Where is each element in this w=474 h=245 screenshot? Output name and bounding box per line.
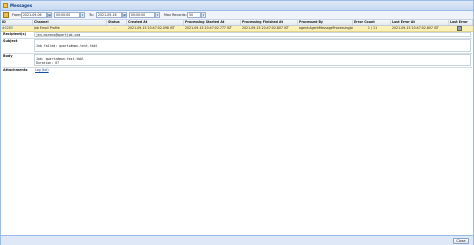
chevron-down-icon[interactable]: ▾ [201, 12, 206, 18]
column-processing-finished-at[interactable]: Processing Finished At [241, 20, 298, 25]
subject-value: Job failed: quartz#mon-test.tbbl [34, 39, 471, 52]
subject-label: Subject [3, 39, 18, 43]
attachments-value: Log (txt) [34, 68, 471, 72]
from-date-field[interactable]: 2021-09-06 [21, 12, 47, 18]
row-id[interactable]: #0283 [1, 26, 33, 32]
column-status[interactable]: Status [107, 20, 127, 25]
messages-window: Messages From: 2021-09-06 ▦ 00:00:00 ▾ T… [0, 0, 474, 245]
row-status: ... [113, 25, 117, 30]
to-date-field[interactable]: 2021-09-16 [96, 12, 122, 18]
trash-icon[interactable] [457, 26, 462, 31]
row-last-error-at: 2021-09-15 20:47:02.807 IST [392, 25, 439, 30]
calendar-icon[interactable]: ▦ [122, 12, 127, 18]
attachment-link[interactable]: Log (txt) [35, 68, 49, 72]
max-records-field[interactable]: 50 [187, 12, 201, 18]
close-button[interactable]: Close [453, 237, 469, 244]
row-error-count: 1 / 11 [367, 25, 378, 30]
subject-text: Job failed: quartz#mon-test.tbbl [36, 44, 98, 48]
row-finished-at: 2021-09-15 20:47:02.807 IST [242, 25, 289, 30]
body-line-2: Duration: 6? [36, 61, 60, 65]
chevron-down-icon[interactable]: ▾ [155, 12, 160, 18]
column-last-error[interactable]: Last Error [449, 20, 473, 25]
folder-icon[interactable] [3, 12, 9, 18]
column-channel[interactable]: Channel [33, 20, 107, 25]
to-time-field[interactable]: 00:00:00 [129, 12, 155, 18]
row-channel: Job Email Profile [34, 25, 60, 30]
window-titlebar: Messages [1, 1, 473, 11]
from-time-field[interactable]: 00:00:00 [54, 12, 80, 18]
recipients-value: jen.moreno@bpartjob.com [34, 32, 471, 37]
column-processing-started-at[interactable]: Processing Started At [184, 20, 241, 25]
window-title: Messages [10, 3, 33, 8]
body-label: Body [3, 54, 13, 58]
filter-toolbar: From: 2021-09-06 ▦ 00:00:00 ▾ To: 2021-0… [1, 11, 473, 20]
calendar-icon[interactable]: ▦ [47, 12, 52, 18]
column-created-at[interactable]: Created At [127, 20, 184, 25]
messages-icon [3, 3, 8, 8]
max-records-label: Max Records: [164, 12, 187, 17]
column-id[interactable]: ID [1, 20, 33, 25]
chevron-down-icon[interactable]: ▾ [80, 12, 85, 18]
recipients-label: Recipient(s) [3, 32, 27, 36]
window-footer: Close [1, 235, 473, 245]
row-created-at: 2021-09-15 20:47:02.098 IST [128, 25, 175, 30]
message-detail: Recipient(s) jen.moreno@bpartjob.com Sub… [3, 32, 472, 72]
attachments-label: Attachments [3, 68, 28, 72]
row-processed-by: agent:AgentMessageProcessingJob [299, 25, 353, 30]
column-error-count[interactable]: Error Count [353, 20, 391, 25]
column-last-error-at[interactable]: Last Error At [391, 20, 449, 25]
row-started-at: 2021-09-15 20:47:02.777 IST [185, 25, 232, 30]
column-processed-by[interactable]: Processed By [298, 20, 353, 25]
body-value: Job: quartz#mon-test.tbbl Duration: 6? [34, 54, 471, 66]
to-label: To: [89, 12, 94, 17]
